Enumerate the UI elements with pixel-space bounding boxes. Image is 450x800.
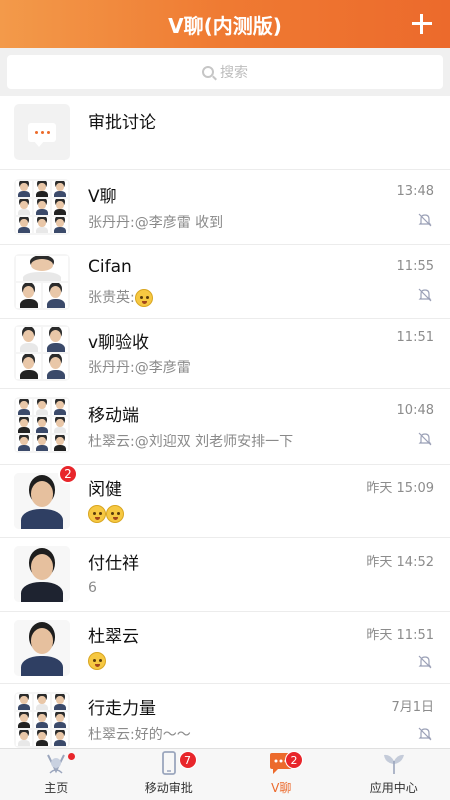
home-logo-icon: [47, 754, 66, 774]
group-avatar: [14, 397, 70, 453]
tab-label: V聊: [271, 781, 292, 795]
group-avatar: [14, 692, 70, 748]
chat-time: 7月1日: [391, 700, 434, 715]
chat-name: 杜翠云: [88, 627, 139, 647]
chat-time: 10:48: [396, 403, 434, 418]
tab-vliao[interactable]: 2 V聊: [225, 749, 338, 800]
chat-last-message: [88, 505, 124, 523]
chat-last-message: [88, 652, 106, 670]
notification-dot: [68, 753, 75, 760]
tab-badge: 7: [178, 751, 197, 769]
group-avatar: [14, 179, 70, 235]
chat-time: 13:48: [396, 184, 434, 199]
chat-item-fu-shixiang[interactable]: 付仕祥 昨天 14:52 6: [0, 538, 450, 612]
tab-label: 移动审批: [144, 781, 193, 795]
chat-item-cifan[interactable]: Cifan 11:55 张贵英:: [0, 245, 450, 319]
chat-last-message: 张丹丹:@李彦雷 收到: [88, 215, 224, 231]
emoji-icon: [88, 652, 106, 670]
app-root: V聊(内测版) 搜索 审批讨论 V聊 13:48 张丹丹:@李彦雷 收到 Cif…: [0, 0, 450, 800]
chat-last-message: 张丹丹:@李彦雷: [88, 360, 191, 376]
tab-mobile-approval[interactable]: 7 移动审批: [113, 749, 226, 800]
chat-item-vliao[interactable]: V聊 13:48 张丹丹:@李彦雷 收到: [0, 170, 450, 245]
chat-name: 付仕祥: [88, 554, 139, 574]
avatar: [14, 620, 70, 676]
chat-last-message: 杜翠云:好的～～: [88, 727, 191, 743]
search-input[interactable]: 搜索: [7, 55, 443, 89]
unread-badge: 2: [58, 464, 78, 484]
chat-last-message: 杜翠云:@刘迎双 刘老师安排一下: [88, 434, 294, 450]
tab-app-center[interactable]: 应用中心: [338, 749, 450, 800]
chat-name: 移动端: [88, 406, 139, 426]
search-icon: [202, 66, 214, 78]
approval-chat-icon: [14, 104, 70, 160]
tab-label: 应用中心: [369, 781, 418, 795]
emoji-icon: [106, 505, 124, 523]
tab-badge: 2: [285, 751, 303, 769]
add-plus-icon[interactable]: [406, 8, 438, 40]
chat-name: 闵健: [88, 480, 122, 500]
emoji-icon: [134, 289, 153, 307]
bottom-tab-bar: 主页 7 移动审批 2 V聊 应用中心: [0, 748, 450, 800]
leaf-app-icon: [383, 754, 404, 774]
chat-item-walking-power[interactable]: 行走力量 7月1日 杜翠云:好的～～: [0, 684, 450, 748]
mute-bell-icon: [418, 655, 432, 669]
group-avatar: [14, 254, 70, 310]
chat-name: Cifan: [88, 257, 132, 277]
chat-last-message: 张贵英:: [88, 287, 153, 307]
chat-time: 11:55: [396, 259, 434, 274]
chat-item-approval-discussion[interactable]: 审批讨论: [0, 96, 450, 170]
tab-home[interactable]: 主页: [0, 749, 113, 800]
chat-item-mobile[interactable]: 移动端 10:48 杜翠云:@刘迎双 刘老师安排一下: [0, 389, 450, 465]
emoji-icon: [88, 505, 106, 523]
chat-last-message: 6: [88, 580, 97, 596]
mute-bell-icon: [418, 213, 432, 227]
chat-time: 昨天 11:51: [366, 628, 434, 643]
search-bar: 搜索: [0, 48, 450, 96]
chat-list: 审批讨论 V聊 13:48 张丹丹:@李彦雷 收到 Cifan 11:55 张贵…: [0, 96, 450, 748]
mute-bell-icon: [418, 432, 432, 446]
mute-bell-icon: [418, 727, 432, 741]
chat-time: 昨天 14:52: [366, 555, 434, 570]
chat-item-du-cuiyun[interactable]: 杜翠云 昨天 11:51: [0, 612, 450, 684]
tab-label: 主页: [44, 781, 69, 795]
search-placeholder: 搜索: [220, 65, 248, 81]
group-avatar: [14, 325, 70, 381]
chat-item-vliao-acceptance[interactable]: v聊验收 11:51 张丹丹:@李彦雷: [0, 319, 450, 389]
chat-name: 行走力量: [88, 699, 156, 719]
chat-name: V聊: [88, 187, 117, 207]
page-title: V聊(内测版): [168, 13, 282, 38]
chat-item-min-jian[interactable]: 2 闵健 昨天 15:09: [0, 464, 450, 538]
avatar: [14, 546, 70, 602]
chat-name: v聊验收: [88, 333, 150, 353]
top-bar: V聊(内测版): [0, 0, 450, 48]
chat-name: 审批讨论: [88, 113, 156, 133]
mute-bell-icon: [418, 288, 432, 302]
chat-time: 昨天 15:09: [366, 481, 434, 496]
chat-time: 11:51: [396, 330, 434, 345]
